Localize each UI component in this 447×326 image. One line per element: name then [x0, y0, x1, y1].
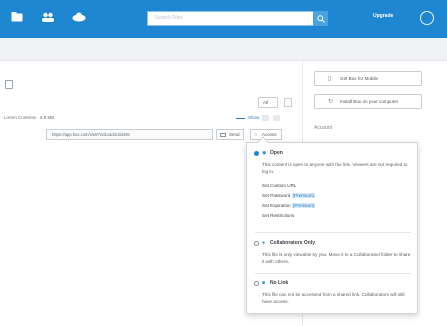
open-description: This content is open to anyone with the …	[262, 162, 408, 174]
set-custom-url-label: Set Custom URL	[262, 183, 297, 188]
no-link-radio[interactable]	[254, 281, 259, 286]
show-arrow-icon	[236, 118, 245, 119]
open-title: Open	[270, 150, 283, 156]
collaborators-radio[interactable]	[254, 241, 259, 246]
search-button[interactable]	[313, 11, 328, 26]
access-popup: ◉ Open This content is open to anyone wi…	[246, 136, 419, 314]
set-custom-url-link[interactable]: Set Custom URL	[262, 183, 296, 188]
shared-link-field[interactable]: https://app.box.com/s/e87ed1cad4cdd405	[46, 129, 213, 140]
account-heading: Account	[314, 125, 333, 131]
access-option-open[interactable]: ◉ Open This content is open to anyone wi…	[247, 147, 419, 233]
shared-link-url: https://app.box.com/s/e87ed1cad4cdd405	[52, 132, 130, 137]
get-mobile-button[interactable]: ▯ Get Box for Mobile	[314, 71, 422, 86]
send-button[interactable]: Send	[216, 129, 244, 140]
sync-icon: ↻	[328, 99, 334, 105]
install-desktop-button[interactable]: ↻ Install Box on your computer	[314, 94, 422, 109]
access-option-no-link[interactable]: ■ No Link This file can not be accessed …	[247, 277, 419, 313]
set-password-label: Set Password	[262, 193, 291, 198]
access-label: Access	[262, 132, 277, 137]
open-radio[interactable]	[254, 151, 259, 156]
files-icon[interactable]	[10, 10, 24, 24]
faded-icon	[262, 115, 269, 121]
sort-select[interactable]: All	[258, 97, 278, 108]
collaborators-title: Collaborators Only	[270, 240, 316, 246]
help-icon[interactable]	[420, 11, 434, 25]
contents-size: Lorem Contents · 6.8 MB	[4, 115, 55, 120]
set-password-link[interactable]: Set Password (Premium)	[262, 193, 316, 198]
premium-badge: (Premium)	[291, 203, 316, 208]
list-view-icon[interactable]	[5, 80, 13, 89]
install-desktop-label: Install Box on your computer	[340, 99, 399, 104]
globe-icon: ◉	[262, 150, 267, 156]
popup-divider	[255, 273, 411, 274]
send-label: Send	[229, 132, 240, 137]
upgrade-link[interactable]: Upgrade	[373, 13, 393, 19]
search-input[interactable]: Search Files	[147, 11, 315, 26]
premium-badge: (Premium)	[291, 193, 316, 198]
top-bar: Search Files Upgrade	[0, 0, 447, 38]
lock-icon: ○	[254, 132, 258, 138]
set-expiration-label: Set Expiration	[262, 203, 291, 208]
get-mobile-label: Get Box for Mobile	[340, 76, 379, 81]
popup-divider	[255, 232, 411, 233]
access-option-collaborators[interactable]: ● Collaborators Only This file is only v…	[247, 237, 419, 273]
toolbar-strip	[0, 38, 447, 61]
phone-icon: ▯	[328, 76, 332, 82]
select-all-checkbox[interactable]	[284, 98, 292, 107]
search-icon	[316, 14, 325, 23]
collaborators-description: This file is only viewable by you. Move …	[262, 252, 411, 264]
set-restrictions-label: Set Restrictions	[262, 213, 295, 218]
set-expiration-link[interactable]: Set Expiration (Premium)	[262, 203, 316, 208]
set-restrictions-link[interactable]: Set Restrictions	[262, 213, 294, 218]
no-link-title: No Link	[270, 280, 289, 286]
faded-icon	[273, 115, 280, 121]
people-icon[interactable]	[41, 10, 55, 24]
no-link-description: This file can not be accessed from a sha…	[262, 292, 405, 304]
envelope-icon	[220, 133, 226, 137]
show-link[interactable]: Show	[248, 115, 259, 120]
cloud-icon[interactable]	[72, 10, 86, 24]
person-icon: ●	[262, 240, 266, 246]
sort-value: All	[263, 100, 269, 105]
search-placeholder: Search Files	[155, 15, 183, 21]
no-link-icon: ■	[262, 280, 266, 286]
